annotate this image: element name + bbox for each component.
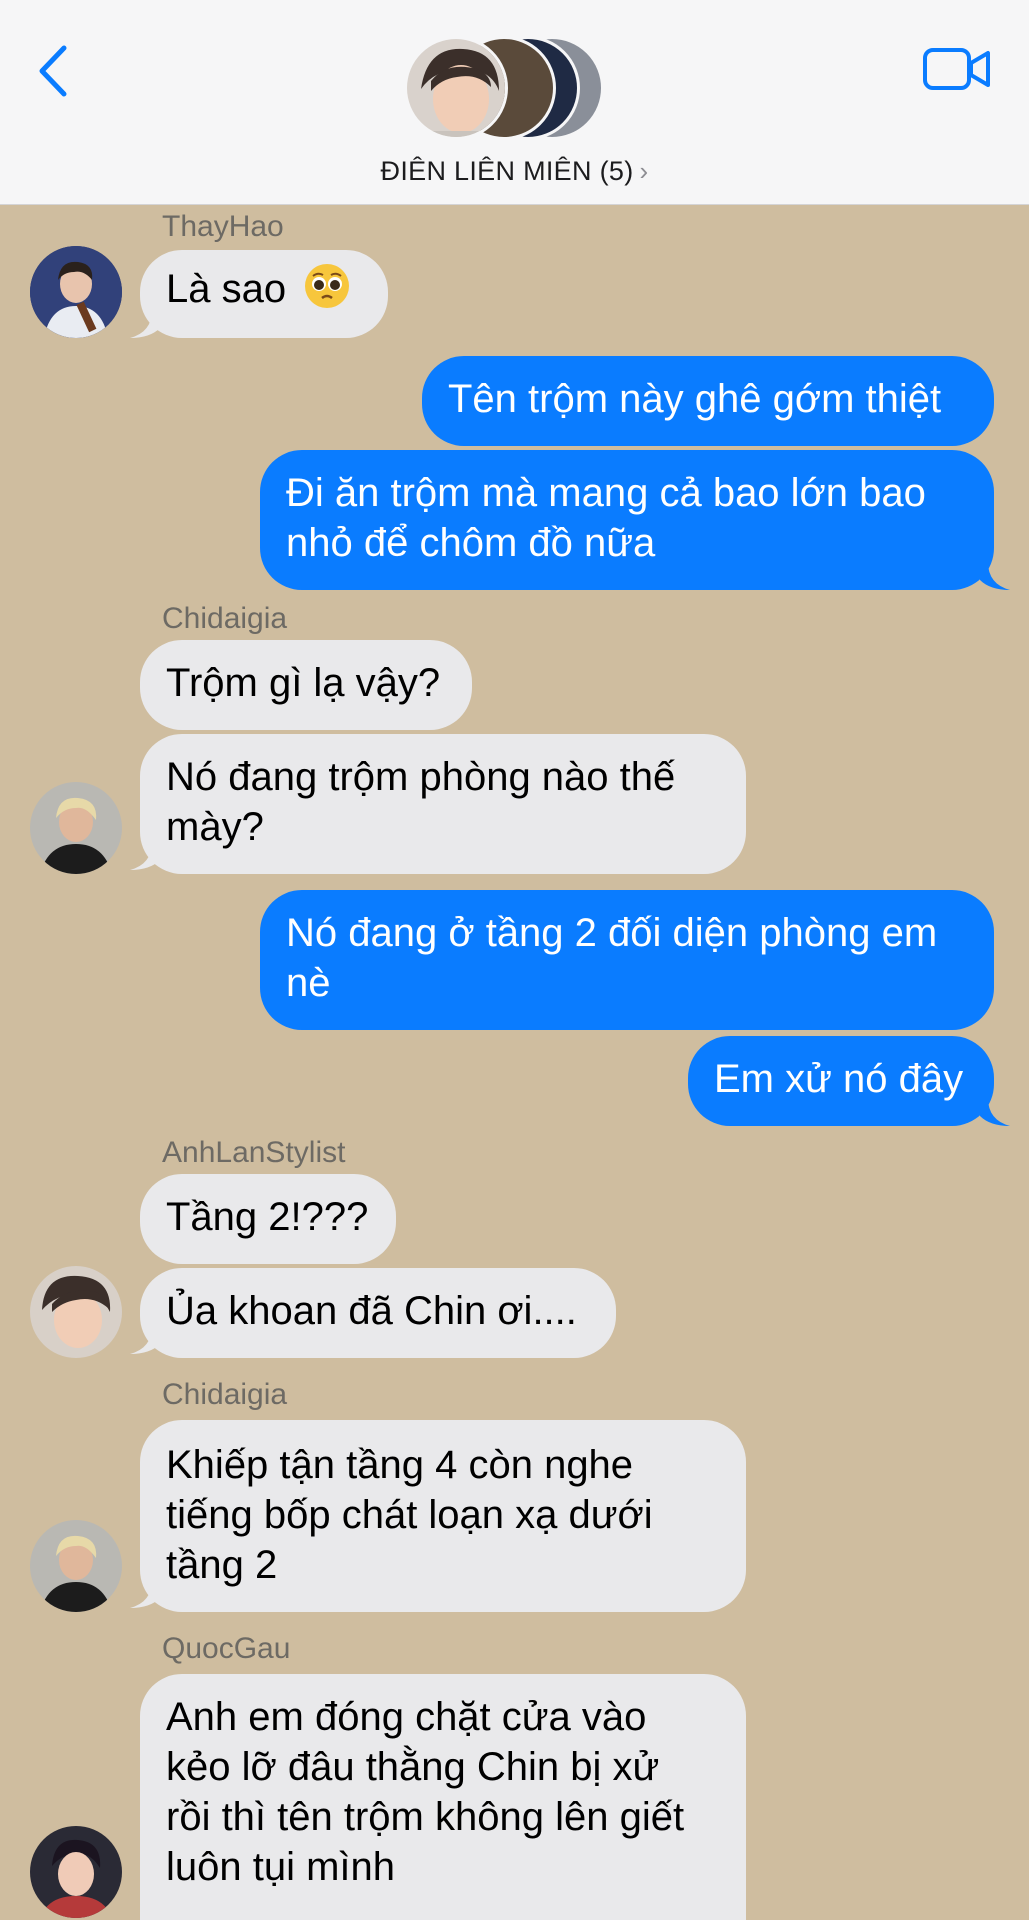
- sender-name: AnhLanStylist: [162, 1136, 346, 1169]
- sender-name: Chidaigia: [162, 1378, 288, 1411]
- group-avatar-stack[interactable]: [404, 36, 624, 144]
- message-bubble[interactable]: Nó đang trộm phòng nào thế mày?: [140, 734, 746, 874]
- message-bubble[interactable]: Là sao: [140, 250, 388, 338]
- group-name: ĐIÊN LIÊN MIÊN (5): [380, 156, 634, 186]
- video-call-button[interactable]: [922, 46, 992, 92]
- message-bubble[interactable]: Tên trộm này ghê gớm thiệt: [422, 356, 994, 446]
- message-text: Tên trộm này ghê gớm thiệt: [448, 377, 942, 421]
- sender-name: QuocGau: [162, 1632, 291, 1665]
- sender-name: ThayHao: [162, 210, 284, 243]
- message-bubble[interactable]: Tầng 2!???: [140, 1174, 396, 1264]
- video-camera-icon: [923, 48, 990, 90]
- message-bubble[interactable]: Trộm gì lạ vậy?: [140, 640, 472, 730]
- message-text: Trộm gì lạ vậy?: [166, 661, 441, 705]
- message-text: Nó đang trộm phòng nào thế mày?: [166, 755, 676, 849]
- group-title[interactable]: ĐIÊN LIÊN MIÊN (5) ›: [0, 156, 1029, 187]
- message-bubble[interactable]: Đi ăn trộm mà mang cả bao lớn bao nhỏ để…: [260, 450, 994, 590]
- chevron-left-icon: [39, 45, 67, 97]
- avatar: [30, 246, 122, 338]
- bubble-tail: [980, 1098, 1010, 1126]
- back-button[interactable]: [34, 42, 74, 100]
- message-text: Đi ăn trộm mà mang cả bao lớn bao nhỏ để…: [286, 471, 926, 565]
- member-avatar: [404, 36, 508, 140]
- message-text: Nó đang ở tầng 2 đối diện phòng em nè: [286, 911, 938, 1005]
- avatar: [30, 1520, 122, 1612]
- bubble-tail: [130, 842, 160, 870]
- bubble-tail: [130, 1580, 160, 1608]
- message-bubble[interactable]: Nó đang ở tầng 2 đối diện phòng em nè: [260, 890, 994, 1030]
- message-bubble[interactable]: Khiếp tận tầng 4 còn nghe tiếng bốp chát…: [140, 1420, 746, 1612]
- message-text: Em xử nó đây: [714, 1057, 964, 1101]
- bubble-tail: [130, 1326, 160, 1354]
- bubble-tail: [980, 562, 1010, 590]
- pleading-face-emoji-icon: [305, 264, 350, 308]
- avatar: [30, 1826, 122, 1918]
- message-text: Tầng 2!???: [166, 1195, 369, 1239]
- avatar: [30, 1266, 122, 1358]
- message-bubble[interactable]: Ủa khoan đã Chin ơi....: [140, 1268, 616, 1358]
- message-text: Là sao: [166, 267, 287, 311]
- chevron-right-icon: ›: [639, 156, 649, 186]
- message-text: Ủa khoan đã Chin ơi....: [166, 1289, 577, 1333]
- sender-name: Chidaigia: [162, 602, 288, 635]
- chat-header: ĐIÊN LIÊN MIÊN (5) ›: [0, 0, 1029, 205]
- message-text: Khiếp tận tầng 4 còn nghe tiếng bốp chát…: [166, 1443, 653, 1587]
- message-bubble[interactable]: Em xử nó đây: [688, 1036, 994, 1126]
- message-text: Anh em đóng chặt cửa vào kẻo lỡ đâu thằn…: [166, 1695, 685, 1889]
- message-bubble[interactable]: Anh em đóng chặt cửa vào kẻo lỡ đâu thằn…: [140, 1674, 746, 1920]
- avatar: [30, 782, 122, 874]
- bubble-tail: [130, 310, 160, 338]
